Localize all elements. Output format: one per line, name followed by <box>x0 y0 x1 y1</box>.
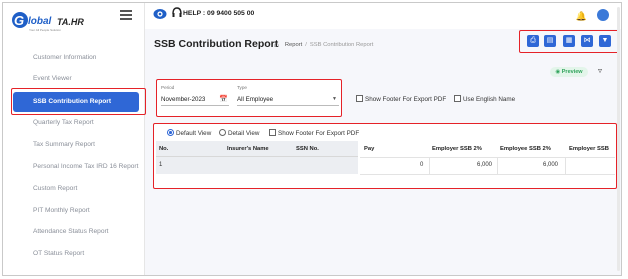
type-select[interactable]: All Employee <box>237 96 273 103</box>
sidebar-item-attendance-status-report[interactable]: Attendance Status Report <box>3 222 145 242</box>
table-cell-employer-ssb-2: 6,000 <box>477 162 493 168</box>
eye-icon[interactable] <box>153 8 167 20</box>
show-footer-checkbox[interactable]: Show Footer For Export PDF <box>356 95 446 103</box>
col-divider <box>565 158 566 174</box>
sidebar-item-pit-monthly-report[interactable]: PIT Monthly Report <box>3 201 145 221</box>
help-phone-text: HELP : 09 9400 505 00 <box>183 10 255 17</box>
brand-logo[interactable]: G lobal TA.HR Your All People Solution <box>11 9 91 35</box>
default-view-radio[interactable]: Default View <box>167 129 211 137</box>
chevron-down-icon[interactable]: ▼ <box>332 96 337 102</box>
pdf-icon[interactable]: ▦ <box>563 35 575 47</box>
detail-view-radio[interactable]: Detail View <box>219 129 259 137</box>
period-underline <box>161 105 229 106</box>
column-header-ssn-no[interactable]: SSN No. <box>296 146 319 152</box>
column-header-employer-ssb-2[interactable]: Employer SSB 2% <box>432 146 482 152</box>
col-divider <box>429 158 430 174</box>
col-divider <box>497 158 498 174</box>
bell-icon[interactable]: 🔔 <box>576 11 587 22</box>
sidebar-item-tax-summary-report[interactable]: Tax Summary Report <box>3 135 145 155</box>
type-label: Type <box>237 85 247 90</box>
use-english-name-checkbox[interactable]: Use English Name <box>454 95 515 103</box>
print-icon[interactable]: ⎙ <box>527 35 539 47</box>
breadcrumb-report[interactable]: Report <box>285 42 302 48</box>
home-icon[interactable]: ⌂ <box>274 40 279 49</box>
table-cell-employee-ssb-2: 6,000 <box>543 162 559 168</box>
sidebar-item-quarterly-tax-report[interactable]: Quarterly Tax Report <box>3 113 145 133</box>
page-scrollbar[interactable] <box>617 7 620 271</box>
breadcrumb: ⌂ Report / SSB Contribution Report <box>274 40 374 49</box>
table-show-footer-checkbox[interactable]: Show Footer For Export PDF <box>269 129 359 137</box>
app-frame: G lobal TA.HR Your All People Solution C… <box>2 2 622 276</box>
params-highlight-box: Period November-2023 📅 Type All Employee… <box>156 79 342 117</box>
share-icon[interactable]: ⋈ <box>581 35 593 47</box>
sidebar: G lobal TA.HR Your All People Solution C… <box>3 3 146 275</box>
export-icon[interactable]: ▤ <box>544 35 556 47</box>
column-header-insurer-name[interactable]: Insurer's Name <box>227 146 269 152</box>
column-header-pay[interactable]: Pay <box>364 146 374 152</box>
sidebar-item-custom-report[interactable]: Custom Report <box>3 179 145 199</box>
sidebar-item-ot-status-report[interactable]: OT Status Report <box>3 244 145 264</box>
headset-icon <box>172 7 182 17</box>
row-divider <box>360 174 615 175</box>
page-title: SSB Contribution Report <box>154 38 279 50</box>
svg-text:lobal: lobal <box>28 16 52 27</box>
calendar-icon[interactable]: 📅 <box>219 95 228 103</box>
sidebar-item-pit-ird16-report[interactable]: Personal Income Tax IRD 16 Report <box>3 157 145 177</box>
svg-text:Your All People Solution: Your All People Solution <box>29 28 61 32</box>
svg-text:TA.HR: TA.HR <box>57 17 84 27</box>
column-header-employee-ssb-2[interactable]: Employee SSB 2% <box>500 146 551 152</box>
sidebar-item-ssb-contribution-report[interactable]: SSB Contribution Report <box>13 92 139 112</box>
column-header-employer-ssb[interactable]: Employer SSB <box>569 146 609 152</box>
user-avatar[interactable] <box>597 9 609 21</box>
preview-button[interactable]: ◉ Preview <box>550 67 588 77</box>
header-divider <box>360 157 615 158</box>
sidebar-item-customer-information[interactable]: Customer Information <box>3 48 145 68</box>
table-cell-no: 1 <box>159 162 163 168</box>
column-header-no[interactable]: No. <box>159 146 168 152</box>
period-label: Period <box>161 85 175 90</box>
filter-icon[interactable]: ▼ <box>599 35 611 47</box>
breadcrumb-current: SSB Contribution Report <box>309 42 374 48</box>
top-bar: HELP : 09 9400 505 00 🔔 <box>145 3 621 29</box>
period-input[interactable]: November-2023 <box>161 96 205 103</box>
funnel-icon[interactable]: ▿ <box>598 66 602 75</box>
toolbar-highlight-box: ⎙ ▤ ▦ ⋈ ▼ <box>519 30 619 53</box>
table-cell-pay: 0 <box>420 162 424 168</box>
hamburger-menu-icon[interactable] <box>120 10 132 20</box>
svg-text:G: G <box>14 13 24 28</box>
type-underline <box>237 105 339 106</box>
sidebar-item-event-viewer[interactable]: Event Viewer <box>3 69 145 89</box>
